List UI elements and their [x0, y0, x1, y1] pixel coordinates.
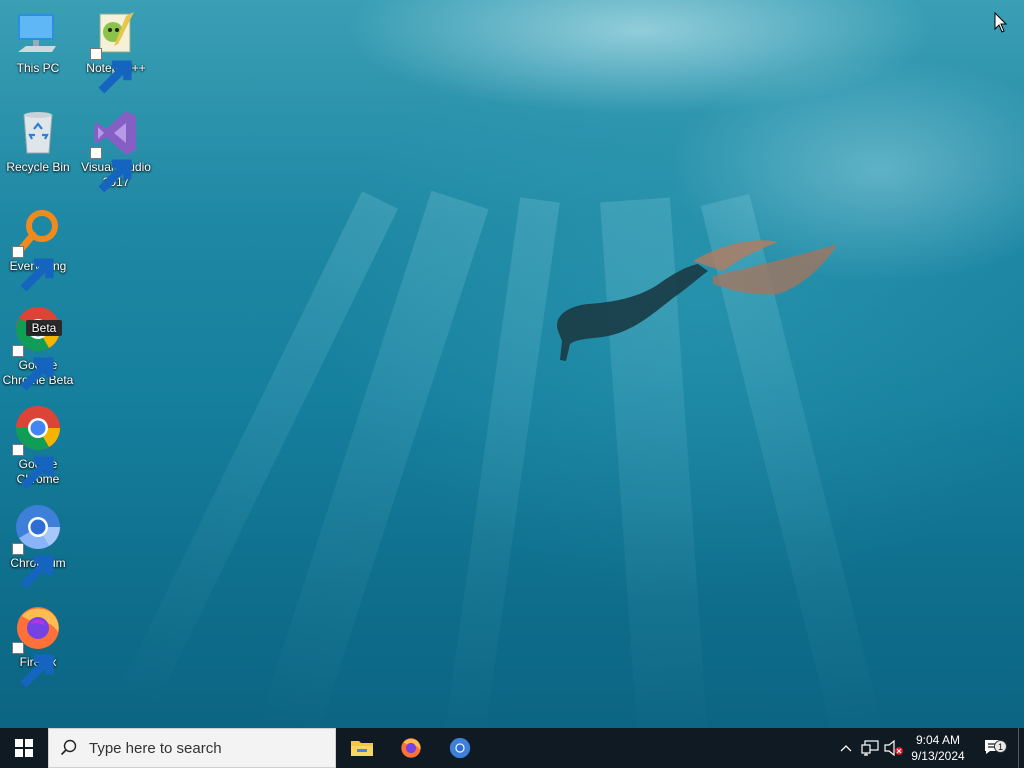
- search-placeholder: Type here to search: [89, 739, 222, 757]
- shortcut-arrow-icon: [90, 147, 132, 193]
- action-center-button[interactable]: 1: [978, 728, 1010, 768]
- clock-time: 9:04 AM: [915, 733, 961, 747]
- show-desktop-button[interactable]: [1018, 728, 1024, 768]
- taskbar-search-box[interactable]: Type here to search: [48, 728, 336, 768]
- volume-muted-icon: [884, 740, 903, 756]
- desktop-icon-label: Recycle Bin: [6, 160, 70, 174]
- desktop-icon-notepadpp[interactable]: Notepad++: [78, 8, 154, 94]
- windows-logo-icon: [15, 739, 33, 757]
- desktop-icon-label: This PC: [16, 61, 60, 75]
- network-button[interactable]: [858, 728, 882, 768]
- shortcut-arrow-icon: [12, 345, 54, 391]
- desktop-icon-chrome-beta[interactable]: Beta Google Chrome Beta: [0, 305, 76, 391]
- shortcut-arrow-icon: [90, 48, 132, 94]
- freediver-silhouette: [557, 240, 838, 361]
- mouse-cursor-icon: [994, 12, 1008, 33]
- computer-icon: [18, 14, 56, 52]
- shortcut-arrow-icon: [12, 246, 54, 292]
- search-icon: [49, 728, 89, 768]
- desktop-icon-chrome[interactable]: Google Chrome: [0, 404, 76, 490]
- taskbar-clock[interactable]: 9:04 AM 9/13/2024: [904, 728, 972, 768]
- volume-button[interactable]: [882, 728, 906, 768]
- shortcut-arrow-icon: [12, 543, 54, 589]
- desktop-icon-visual-studio[interactable]: Visual Studio 2017: [78, 107, 154, 193]
- beta-badge: Beta: [32, 321, 57, 335]
- network-icon: [861, 740, 879, 756]
- desktop-icon-firefox[interactable]: Firefox: [0, 602, 76, 688]
- shortcut-arrow-icon: [12, 642, 54, 688]
- clock-date: 9/13/2024: [911, 749, 965, 763]
- shortcut-arrow-icon: [12, 444, 54, 490]
- light-ray: [258, 190, 489, 728]
- recycle-bin-icon: [23, 112, 53, 154]
- taskbar-file-explorer[interactable]: [338, 728, 386, 768]
- desktop-icon-chromium[interactable]: Chromium: [0, 503, 76, 589]
- chevron-up-icon: [840, 745, 852, 752]
- taskbar-firefox[interactable]: [387, 728, 435, 768]
- firefox-icon: [401, 738, 421, 758]
- desktop-icon-this-pc[interactable]: This PC: [0, 8, 76, 76]
- chromium-icon: [449, 737, 471, 759]
- show-hidden-icons-button[interactable]: [836, 728, 856, 768]
- desktop-wallpaper: This PC Notepad++ Recycle Bin Visual Stu…: [0, 0, 1024, 728]
- desktop-icon-everything[interactable]: Everything: [0, 206, 76, 292]
- taskbar: Type here to search 9:04 AM 9/13/2024 1: [0, 728, 1024, 768]
- desktop-icon-recycle-bin[interactable]: Recycle Bin: [0, 107, 76, 175]
- taskbar-chromium[interactable]: [436, 728, 484, 768]
- start-button[interactable]: [0, 728, 48, 768]
- notification-count-badge: 1: [994, 740, 1007, 753]
- file-explorer-icon: [351, 741, 373, 756]
